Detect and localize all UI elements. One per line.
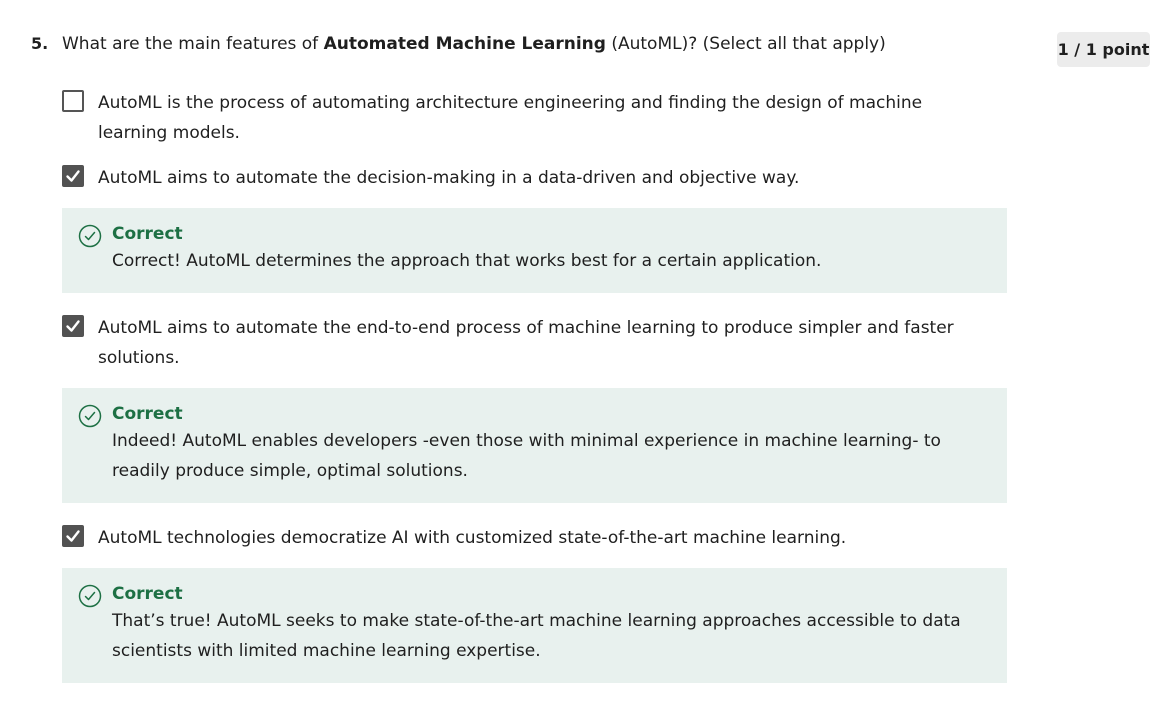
question-text-after: (AutoML)? (Select all that apply) [605,34,886,54]
checkbox-unchecked[interactable] [62,90,84,112]
feedback-text: That’s true! AutoML seeks to make state-… [112,611,961,661]
feedback-box: Correct Correct! AutoML determines the a… [62,208,1007,293]
question-text: What are the main features of Automated … [62,34,886,54]
check-icon [66,320,80,332]
question-text-before: What are the main features of [62,34,324,54]
option-label: AutoML technologies democratize AI with … [98,528,847,548]
feedback-title: Correct [112,404,183,424]
option-label: AutoML aims to automate the decision-mak… [98,168,800,188]
check-circle-icon [78,224,102,248]
feedback-box: Correct Indeed! AutoML enables developer… [62,388,1007,503]
check-circle-icon [78,584,102,608]
checkbox-checked[interactable] [62,525,84,547]
checkbox-checked[interactable] [62,165,84,187]
option-4[interactable]: AutoML technologies democratize AI with … [62,523,982,553]
question-number: 5. [31,34,49,53]
option-2[interactable]: AutoML aims to automate the decision-mak… [62,163,982,193]
option-label: AutoML aims to automate the end-to-end p… [98,318,954,368]
check-icon [66,530,80,542]
option-3[interactable]: AutoML aims to automate the end-to-end p… [62,313,982,373]
feedback-box: Correct That’s true! AutoML seeks to mak… [62,568,1007,683]
check-icon [66,170,80,182]
check-circle-icon [78,404,102,428]
feedback-text: Indeed! AutoML enables developers -even … [112,431,941,481]
question-text-bold: Automated Machine Learning [323,34,606,54]
option-1[interactable]: AutoML is the process of automating arch… [62,88,982,148]
points-badge: 1 / 1 point [1057,32,1150,67]
option-label: AutoML is the process of automating arch… [98,93,923,143]
feedback-title: Correct [112,584,183,604]
feedback-text: Correct! AutoML determines the approach … [112,251,822,271]
feedback-title: Correct [112,224,183,244]
checkbox-checked[interactable] [62,315,84,337]
